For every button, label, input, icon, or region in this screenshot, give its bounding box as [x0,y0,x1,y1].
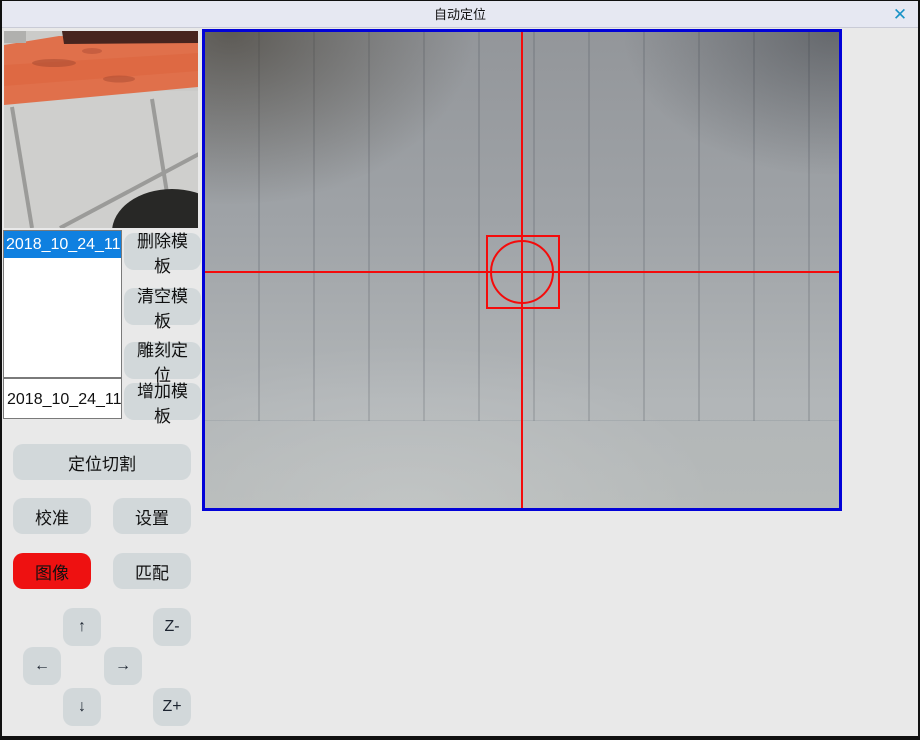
clear-templates-button[interactable]: 清空模板 [124,288,201,325]
crosshair-target-circle [490,240,554,304]
titlebar: 自动定位 ✕ [2,1,918,28]
delete-template-button[interactable]: 删除模板 [124,233,201,270]
jog-right-button[interactable]: → [104,647,142,685]
jog-left-button[interactable]: ← [23,647,61,685]
engrave-position-button[interactable]: 雕刻定位 [124,342,201,379]
jog-z-minus-button[interactable]: Z- [153,608,191,646]
close-icon[interactable]: ✕ [889,4,911,26]
jog-z-plus-button[interactable]: Z+ [153,688,191,726]
match-button[interactable]: 匹配 [113,553,191,589]
camera-viewport[interactable] [202,29,842,511]
position-cut-button[interactable]: 定位切割 [13,444,191,480]
jog-up-button[interactable]: ↑ [63,608,101,646]
template-thumbnail-image [4,31,198,228]
dialog-title: 自动定位 [2,1,918,28]
jog-down-button[interactable]: ↓ [63,688,101,726]
auto-position-dialog: 自动定位 ✕ 2018_10_24_11 删除模板 清空模板 雕刻定位 增加模板… [0,0,920,740]
image-button[interactable]: 图像 [13,553,91,589]
template-name-field[interactable] [3,378,122,419]
calibrate-button[interactable]: 校准 [13,498,91,534]
add-template-button[interactable]: 增加模板 [124,383,201,420]
template-list[interactable]: 2018_10_24_11 [3,230,122,378]
template-list-item-selected[interactable]: 2018_10_24_11 [4,231,121,258]
settings-button[interactable]: 设置 [113,498,191,534]
